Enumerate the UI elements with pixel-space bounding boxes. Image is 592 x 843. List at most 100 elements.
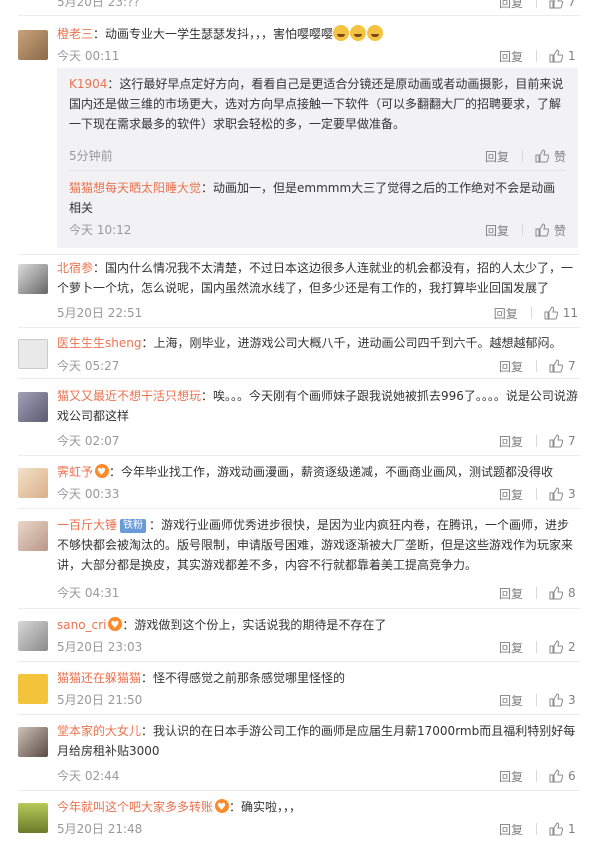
- comment-time: 今天 02:07: [57, 434, 120, 448]
- thumbs-up-icon: [549, 359, 563, 373]
- comment-time: 今天 05:27: [57, 359, 120, 373]
- like-button[interactable]: 3: [549, 693, 578, 707]
- avatar[interactable]: [18, 803, 48, 833]
- like-count: 2: [568, 640, 576, 654]
- reply-button[interactable]: 回复: [499, 639, 523, 656]
- reply-button[interactable]: 回复: [499, 821, 523, 838]
- like-button[interactable]: 3: [549, 487, 578, 501]
- comment-text: ：动画专业大一学生瑟瑟发抖，，，害怕嘤嘤嘤: [93, 27, 334, 41]
- comment-author[interactable]: 霁虹予: [57, 465, 93, 479]
- like-count: 3: [568, 487, 576, 501]
- comment-author[interactable]: sano_cri: [57, 618, 106, 632]
- comment-text: ：怪不得感觉之前那条感觉哪里怪怪的: [141, 671, 346, 685]
- like-count: 8: [568, 586, 576, 600]
- reply-button[interactable]: 回复: [485, 148, 509, 165]
- fan-badge-icon: [95, 463, 110, 483]
- comment-author[interactable]: 橙老三: [57, 27, 93, 41]
- like-label: 赞: [553, 223, 566, 238]
- reply-button[interactable]: 回复: [499, 433, 523, 450]
- avatar[interactable]: [18, 392, 48, 422]
- reply-button[interactable]: 回复: [499, 358, 523, 375]
- comment-time: 今天 02:44: [57, 769, 120, 783]
- comment-author[interactable]: 今年就叫这个吧大家多多转账: [57, 800, 213, 814]
- comment-time: 5月20日 23:03: [57, 640, 143, 654]
- comment-author[interactable]: 北宿参: [57, 261, 93, 275]
- comment-text: ：上海，刚毕业，进游戏公司大概八千，进动画公司四千到六千。越想越郁闷。: [141, 336, 562, 350]
- comment-time: 今天 04:31: [57, 586, 120, 600]
- reply-button[interactable]: 回复: [499, 48, 523, 65]
- like-count: 3: [568, 693, 576, 707]
- crying-emoji-icon: [367, 25, 384, 41]
- comment-time: 今天 00:11: [57, 49, 120, 63]
- thumbs-up-icon: [544, 306, 558, 320]
- reply-button[interactable]: 回复: [485, 222, 509, 239]
- comment-text: ：国内什么情况我不太清楚，不过日本这边很多人连就业的机会都没有，招的人太少了，一…: [57, 261, 574, 295]
- thumbs-up-icon: [549, 822, 563, 836]
- like-count: 11: [562, 306, 578, 320]
- like-count: 1: [568, 822, 576, 836]
- like-button[interactable]: 赞: [535, 222, 566, 239]
- reply-author[interactable]: 猫猫想每天晒太阳睡大觉: [69, 181, 201, 195]
- fan-tag: 铁粉: [120, 519, 147, 533]
- like-button[interactable]: 2: [549, 640, 578, 654]
- like-count: 7: [568, 434, 576, 448]
- comment-time: 5月20日 21:48: [57, 822, 143, 836]
- like-count: 1: [568, 49, 576, 63]
- reply-button[interactable]: 回复: [499, 0, 523, 11]
- like-button[interactable]: 7: [549, 359, 578, 373]
- reply-button[interactable]: 回复: [499, 768, 523, 785]
- avatar[interactable]: [18, 30, 48, 60]
- like-button[interactable]: 8: [549, 586, 578, 600]
- thumbs-up-icon: [549, 487, 563, 501]
- thumbs-up-icon: [549, 49, 563, 63]
- reply-thread: K1904：这行最好早点定好方向，看看自己是更适合分镜还是原动画或者动画摄影，目…: [57, 68, 578, 248]
- reply-text: ：这行最好早点定好方向，看看自己是更适合分镜还是原动画或者动画摄影，目前来说国内…: [69, 77, 564, 131]
- comment-time: 今天 00:33: [57, 487, 120, 501]
- crying-emoji-icon: [350, 25, 367, 41]
- comment-author[interactable]: 猫猫还在躲猫猫: [57, 671, 141, 685]
- like-count: 7: [568, 359, 576, 373]
- fan-badge-icon: [108, 616, 123, 636]
- avatar[interactable]: [18, 264, 48, 294]
- like-button[interactable]: 7: [549, 434, 578, 448]
- like-count: 7: [568, 0, 576, 9]
- thumbs-up-icon: [549, 640, 563, 654]
- comment-time: 5月20日 22:51: [57, 306, 143, 320]
- avatar[interactable]: [18, 339, 48, 369]
- thumbs-up-icon: [549, 586, 563, 600]
- comment-author[interactable]: 医生生生sheng: [57, 336, 141, 350]
- like-button[interactable]: 7: [549, 0, 578, 9]
- comment-time: 5月20日 21:50: [57, 693, 143, 707]
- thumbs-up-icon: [549, 434, 563, 448]
- comment-author[interactable]: 堂本家的大女儿: [57, 724, 141, 738]
- like-button[interactable]: 1: [549, 49, 578, 63]
- reply-time: 今天 10:12: [69, 223, 132, 237]
- crying-emoji-icon: [333, 25, 350, 41]
- reply-time: 5分钟前: [69, 149, 113, 163]
- reply-button[interactable]: 回复: [499, 585, 523, 602]
- like-button[interactable]: 6: [549, 769, 578, 783]
- like-button[interactable]: 11: [544, 306, 578, 320]
- thumbs-up-icon: [549, 693, 563, 707]
- like-button[interactable]: 赞: [535, 148, 566, 165]
- avatar[interactable]: [18, 468, 48, 498]
- avatar[interactable]: [18, 521, 48, 551]
- reply-button[interactable]: 回复: [499, 692, 523, 709]
- avatar[interactable]: [18, 621, 48, 651]
- comment-author[interactable]: 一百斤大锤: [57, 518, 117, 532]
- thumbs-up-icon: [535, 223, 549, 237]
- fan-badge-icon: [215, 798, 230, 818]
- reply-author[interactable]: K1904: [69, 77, 107, 91]
- thumbs-up-icon: [535, 149, 549, 163]
- reply-button[interactable]: 回复: [494, 305, 518, 322]
- comment-time: 5月20日 23:??: [57, 0, 140, 9]
- like-label: 赞: [553, 149, 566, 164]
- reply-button[interactable]: 回复: [499, 486, 523, 503]
- comment-author[interactable]: 猫又又最近不想干活只想玩: [57, 389, 201, 403]
- comment-text: ：游戏做到这个份上，实话说我的期待是不存在了: [122, 618, 387, 632]
- like-count: 6: [568, 769, 576, 783]
- avatar[interactable]: [18, 727, 48, 757]
- thumbs-up-icon: [549, 0, 563, 9]
- like-button[interactable]: 1: [549, 822, 578, 836]
- avatar[interactable]: [18, 674, 48, 704]
